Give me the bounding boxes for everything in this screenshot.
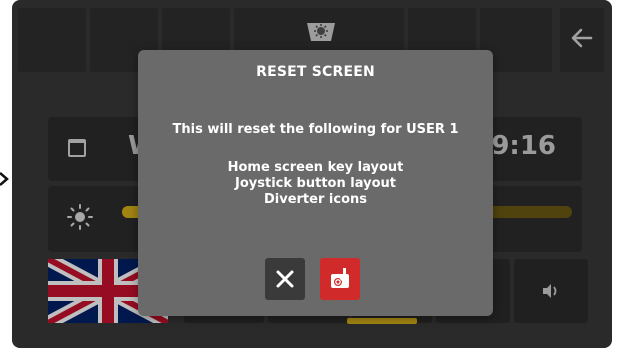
reset-item: Joystick button layout bbox=[235, 176, 396, 191]
reset-item: Home screen key layout bbox=[227, 160, 404, 175]
dialog-message: This will reset the following for USER 1 bbox=[172, 122, 459, 137]
device-frame: W 9:16 bbox=[0, 0, 617, 356]
reset-device-icon bbox=[329, 266, 351, 290]
reset-item: Diverter icons bbox=[263, 192, 367, 207]
close-icon bbox=[275, 269, 295, 289]
reset-dialog: RESET SCREEN This will reset the followi… bbox=[138, 50, 493, 316]
side-chevron-right-icon bbox=[0, 172, 10, 186]
reset-items-list: Home screen key layout Joystick button l… bbox=[138, 160, 493, 208]
dialog-title: RESET SCREEN bbox=[256, 64, 375, 80]
confirm-reset-button[interactable] bbox=[320, 258, 360, 300]
cancel-button[interactable] bbox=[265, 258, 305, 300]
